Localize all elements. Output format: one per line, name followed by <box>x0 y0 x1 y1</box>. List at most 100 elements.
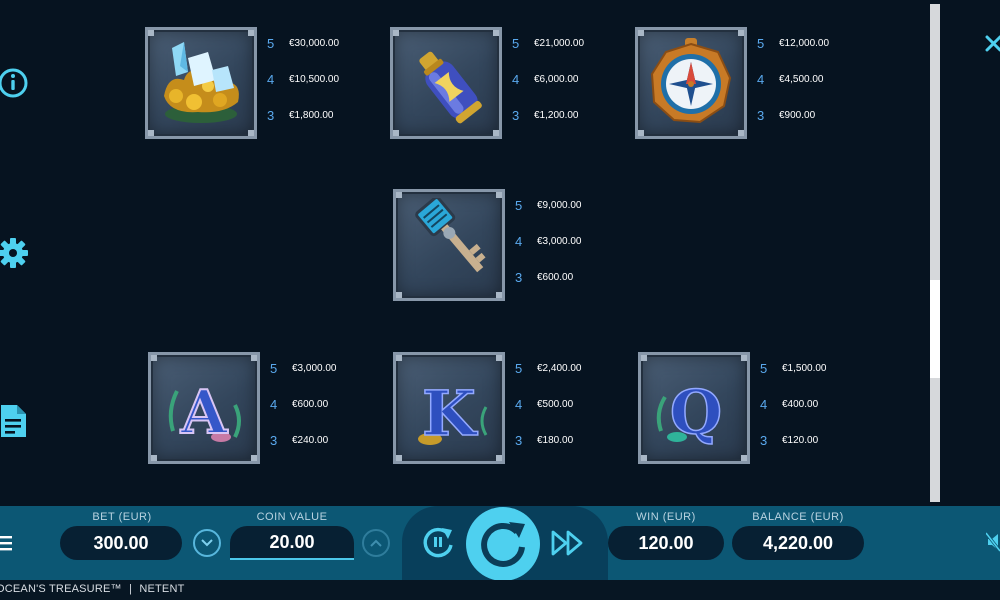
symbol-tile: A <box>148 352 260 464</box>
payout-row: 5 €12,000.00 <box>757 35 829 51</box>
fast-forward-icon <box>551 530 583 556</box>
game-title: OCEAN'S TREASURE™ <box>0 583 122 595</box>
payout-amount: €10,500.00 <box>289 73 340 85</box>
win-label: WIN (EUR) <box>636 511 696 523</box>
payout-amount: €4,500.00 <box>779 73 824 85</box>
payout-row: 5 €9,000.00 <box>515 197 582 213</box>
symbol-count: 4 <box>515 233 523 249</box>
payout-row: 3 €900.00 <box>757 107 815 123</box>
chevron-down-icon <box>201 539 213 547</box>
payout-amount: €240.00 <box>292 434 329 446</box>
symbol-count: 5 <box>760 360 768 376</box>
symbol-bottle: 5 €21,000.00 4 €6,000.00 3 €1,200.00 <box>390 27 584 139</box>
payout-amount: €900.00 <box>779 109 816 121</box>
payout-amount: €180.00 <box>537 434 574 446</box>
payout-row: 4 €500.00 <box>515 396 573 412</box>
symbol-letter-a: A 5 €3,000.00 4 €600.00 3 €240.00 <box>148 352 337 464</box>
payout-row: 4 €600.00 <box>270 396 328 412</box>
scrollbar-thumb[interactable] <box>930 280 940 378</box>
symbol-tile <box>635 27 747 139</box>
payout-amount: €600.00 <box>537 271 574 283</box>
symbol-count: 4 <box>515 396 523 412</box>
provider-name: NETENT <box>139 583 185 595</box>
close-icon[interactable] <box>984 32 1000 58</box>
letter-k-icon: K <box>418 376 488 451</box>
symbol-tile: Q <box>638 352 750 464</box>
payout-row: 3 €180.00 <box>515 432 573 448</box>
symbol-count: 5 <box>270 360 278 376</box>
symbol-count: 5 <box>512 35 520 51</box>
coin-value-label: COIN VALUE <box>256 511 328 523</box>
symbol-count: 4 <box>757 71 765 87</box>
symbol-key: 5 €9,000.00 4 €3,000.00 3 €600.00 <box>393 189 582 301</box>
payout-amount: €3,000.00 <box>292 362 337 374</box>
payout-amount: €30,000.00 <box>289 37 340 49</box>
autoplay-button[interactable] <box>420 524 456 560</box>
symbol-count: 3 <box>760 432 768 448</box>
payout-row: 5 €1,500.00 <box>760 360 827 376</box>
coin-value-field[interactable]: 20.00 <box>230 526 354 560</box>
coin-increase-button[interactable] <box>362 529 390 557</box>
payout-list: 5 €30,000.00 4 €10,500.00 3 €1,800.00 <box>267 27 377 139</box>
coin-decrease-button[interactable] <box>193 529 221 557</box>
symbol-count: 3 <box>757 107 765 123</box>
symbol-gold-gems: 5 €30,000.00 4 €10,500.00 3 €1,800.00 <box>145 27 339 139</box>
symbol-count: 3 <box>515 269 523 285</box>
bottle-icon <box>419 51 482 124</box>
payout-row: 4 €400.00 <box>760 396 818 412</box>
symbol-count: 4 <box>267 71 275 87</box>
payout-amount: €2,400.00 <box>537 362 582 374</box>
symbol-letter-k: K 5 €2,400.00 4 €500.00 3 €180.00 <box>393 352 582 464</box>
symbol-letter: Q <box>670 378 722 448</box>
symbol-tile <box>390 27 502 139</box>
payout-row: 5 €21,000.00 <box>512 35 584 51</box>
payout-row: 3 €600.00 <box>515 269 573 285</box>
symbol-letter: A <box>180 378 229 448</box>
payout-amount: €12,000.00 <box>779 37 830 49</box>
bet-value[interactable]: 300.00 <box>60 526 182 560</box>
symbol-count: 3 <box>512 107 520 123</box>
payout-list: 5 €9,000.00 4 €3,000.00 3 €600.00 <box>515 189 625 301</box>
payout-row: 5 €2,400.00 <box>515 360 582 376</box>
sound-muted-icon[interactable] <box>984 531 1000 553</box>
turbo-button[interactable] <box>550 528 586 558</box>
payout-row: 5 €3,000.00 <box>270 360 337 376</box>
payout-amount: €400.00 <box>782 398 819 410</box>
symbol-tile <box>393 189 505 301</box>
spin-button[interactable] <box>466 507 540 581</box>
menu-icon[interactable] <box>0 534 14 552</box>
symbol-count: 4 <box>760 396 768 412</box>
info-icon[interactable] <box>0 66 30 100</box>
chevron-up-icon <box>370 539 382 547</box>
payout-amount: €120.00 <box>782 434 819 446</box>
payout-row: 4 €10,500.00 <box>267 71 339 87</box>
payout-amount: €600.00 <box>292 398 329 410</box>
payout-row: 4 €4,500.00 <box>757 71 824 87</box>
payout-amount: €9,000.00 <box>537 199 582 211</box>
symbol-compass: 5 €12,000.00 4 €4,500.00 3 €900.00 <box>635 27 829 139</box>
footer-separator: | <box>128 583 133 595</box>
payout-amount: €500.00 <box>537 398 574 410</box>
payout-row: 3 €240.00 <box>270 432 328 448</box>
symbol-letter-q: Q 5 €1,500.00 4 €400.00 3 €120.00 <box>638 352 827 464</box>
footer: OCEAN'S TREASURE™ | NETENT <box>0 583 185 595</box>
payout-amount: €3,000.00 <box>537 235 582 247</box>
balance-value: 4,220.00 <box>732 526 864 560</box>
symbol-tile: K <box>393 352 505 464</box>
symbol-count: 4 <box>270 396 278 412</box>
scrollbar-track[interactable] <box>930 4 940 502</box>
payout-list: 5 €21,000.00 4 €6,000.00 3 €1,200.00 <box>512 27 622 139</box>
symbol-count: 5 <box>267 35 275 51</box>
symbol-count: 5 <box>515 197 523 213</box>
payout-list: 5 €2,400.00 4 €500.00 3 €180.00 <box>515 352 625 464</box>
symbol-tile <box>145 27 257 139</box>
payout-amount: €6,000.00 <box>534 73 579 85</box>
document-icon[interactable] <box>0 404 30 438</box>
balance-label: BALANCE (EUR) <box>752 511 844 523</box>
payout-list: 5 €1,500.00 4 €400.00 3 €120.00 <box>760 352 870 464</box>
payout-row: 5 €30,000.00 <box>267 35 339 51</box>
gear-icon[interactable] <box>0 236 30 270</box>
payout-row: 3 €1,800.00 <box>267 107 334 123</box>
payout-list: 5 €12,000.00 4 €4,500.00 3 €900.00 <box>757 27 867 139</box>
payout-row: 4 €6,000.00 <box>512 71 579 87</box>
